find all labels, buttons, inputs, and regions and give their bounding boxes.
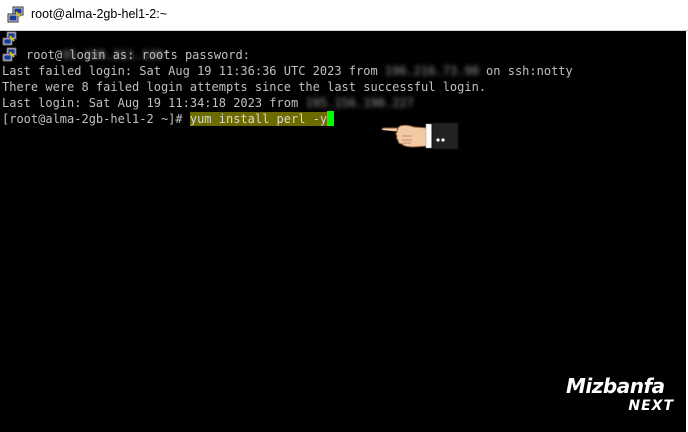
text-cursor <box>327 111 335 126</box>
last-failed-suffix: on ssh:notty <box>478 64 573 78</box>
terminal-line-last-login: Last login: Sat Aug 19 11:34:18 2023 fro… <box>2 95 414 111</box>
terminal-line-last-failed: Last failed login: Sat Aug 19 11:36:36 U… <box>2 63 573 79</box>
last-failed-prefix: Last failed login: Sat Aug 19 11:36:36 U… <box>2 64 385 78</box>
terminal-line-login-as: login as: root <box>26 31 170 62</box>
failed-attempts-text: There were 8 failed login attempts since… <box>2 80 487 94</box>
terminal-area[interactable]: login as: root root@95.100.211.130's pas… <box>0 31 686 432</box>
pointing-hand-icon <box>381 122 459 150</box>
putty-window: root@alma-2gb-hel1-2:~ login as: root ro… <box>0 0 688 432</box>
terminal-line-password: root@95.100.211.130's password: <box>26 47 250 63</box>
logo-sub-text: NEXT <box>628 398 674 414</box>
logo-main-text: Mizbanfa <box>566 374 665 398</box>
password-suffix: 's password: <box>163 48 250 62</box>
putty-icon <box>2 31 17 46</box>
title-bar[interactable]: root@alma-2gb-hel1-2:~ <box>0 0 688 31</box>
blurred-ip: 196.216.73.90 <box>384 64 479 78</box>
command-text[interactable]: yum install perl -y <box>189 112 328 126</box>
shell-prompt: [root@alma-2gb-hel1-2 ~]# <box>2 112 190 126</box>
blurred-ip: 95.100.211.130 <box>62 48 164 62</box>
terminal-line-failed-attempts: There were 8 failed login attempts since… <box>2 79 486 95</box>
putty-icon <box>2 47 17 62</box>
password-prefix: root@ <box>26 48 63 62</box>
terminal-prompt-line[interactable]: [root@alma-2gb-hel1-2 ~]# yum install pe… <box>2 111 335 127</box>
blurred-ip: 195.156.190.227 <box>305 96 414 110</box>
mizbanfa-logo: Mizbanfa NEXT <box>560 374 680 420</box>
last-login-prefix: Last login: Sat Aug 19 11:34:18 2023 fro… <box>2 96 306 110</box>
window-title: root@alma-2gb-hel1-2:~ <box>31 7 168 21</box>
putty-icon <box>7 6 24 23</box>
